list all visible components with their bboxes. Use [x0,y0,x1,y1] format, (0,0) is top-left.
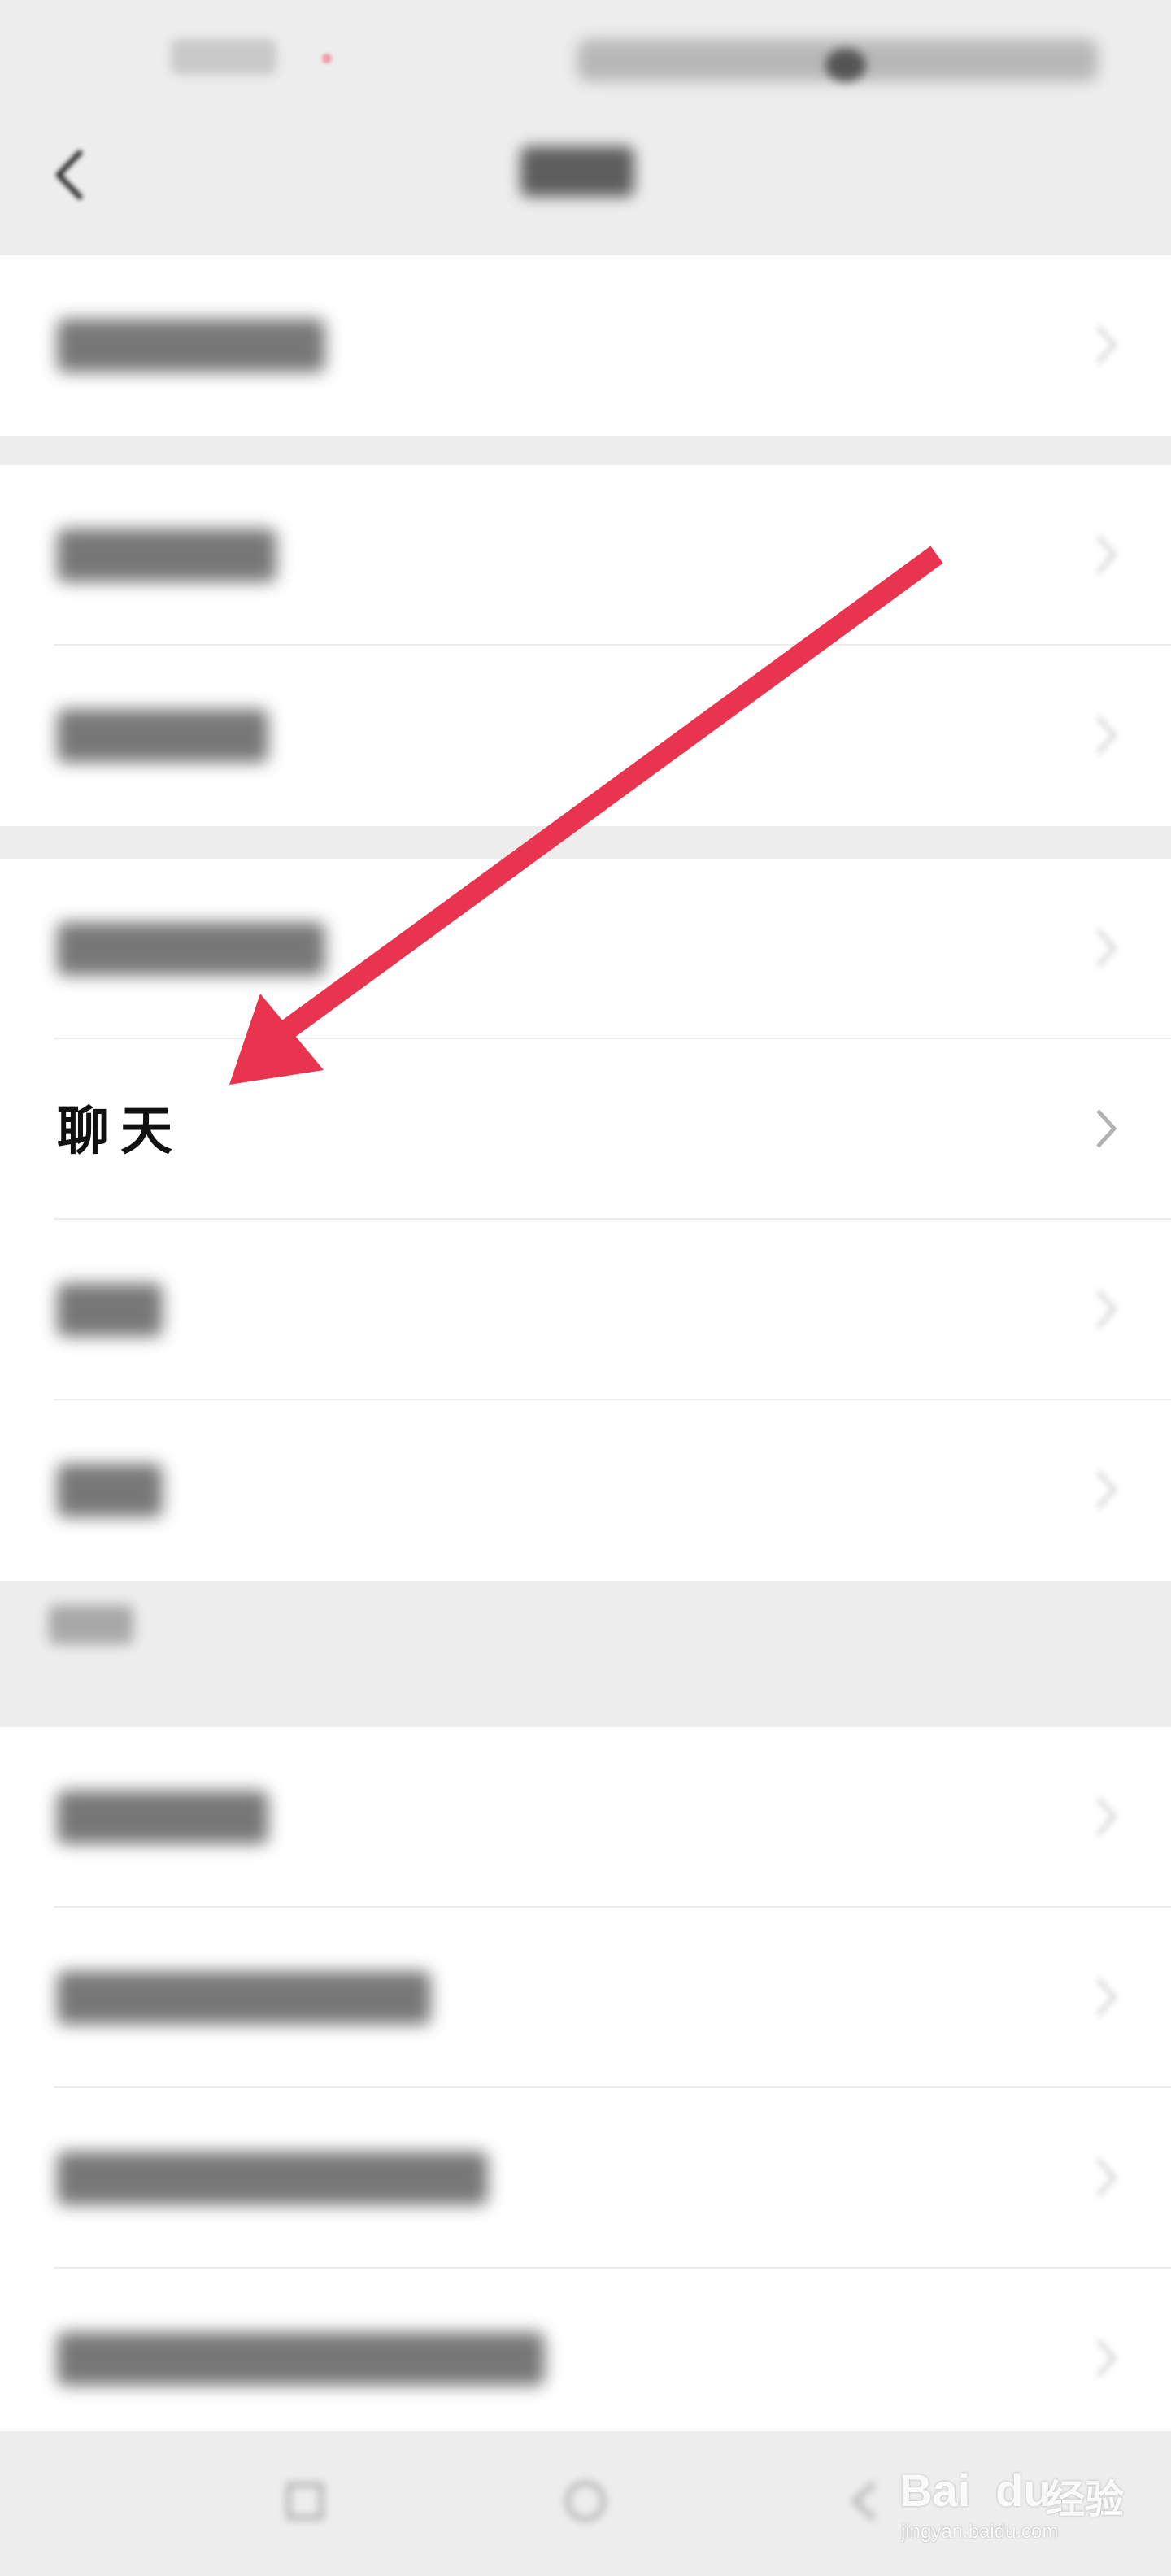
settings-item-8[interactable] [0,1727,1171,1908]
chevron-right-icon [1096,1797,1117,1836]
back-arrow-icon[interactable] [49,146,89,203]
status-icon-blurred [825,49,866,81]
settings-item-label-blurred [57,319,325,372]
notification-dot [322,54,332,63]
settings-item-label-blurred [57,1971,431,2025]
page-title-blurred [520,146,634,197]
settings-group-2 [0,465,1171,826]
status-bar [0,0,1171,130]
settings-item-3[interactable] [0,646,1171,826]
chevron-right-icon [1096,1109,1117,1148]
settings-item-label-blurred [57,529,276,582]
watermark-url: jingyan.baidu.com [901,2521,1059,2543]
watermark-logo: Bai du [899,2465,1051,2516]
settings-item-label-blurred [57,1464,163,1517]
settings-item-label-blurred [57,2332,545,2386]
chevron-right-icon [1096,716,1117,755]
settings-item-chat[interactable]: 聊天 [0,1039,1171,1220]
section-title-blurred [49,1605,133,1644]
settings-item-10[interactable] [0,2088,1171,2269]
settings-item-2[interactable] [0,465,1171,646]
chevron-right-icon [1096,1470,1117,1509]
settings-item-label-blurred [57,2152,488,2205]
status-time-blurred [171,39,276,75]
chevron-right-icon [1096,325,1117,364]
settings-group-1 [0,255,1171,436]
section-header [0,1581,1171,1727]
chat-settings-label: 聊天 [57,1101,184,1162]
settings-group-3: 聊天 [0,859,1171,1581]
settings-item-6[interactable] [0,1220,1171,1400]
chevron-right-icon [1096,1978,1117,2017]
settings-item-1[interactable] [0,255,1171,436]
chevron-right-icon [1096,929,1117,968]
chevron-right-icon [1096,2158,1117,2197]
settings-item-9[interactable] [0,1908,1171,2088]
chevron-right-icon [1096,2339,1117,2378]
settings-item-11[interactable] [0,2269,1171,2449]
settings-item-label-blurred [57,1283,163,1337]
settings-item-label-blurred [57,709,268,763]
menu-button-icon[interactable] [281,2477,329,2526]
settings-item-label-blurred [57,1791,268,1844]
chevron-right-icon [1096,535,1117,574]
settings-item-7[interactable] [0,1400,1171,1581]
back-button-icon[interactable] [842,2477,890,2526]
settings-group-4 [0,1727,1171,2431]
baidu-watermark: Bai du 经验 jingyan.baidu.com [891,2439,1135,2553]
watermark-brand: 经验 [1046,2477,1125,2522]
settings-item-label-blurred [57,922,325,976]
home-button-icon[interactable] [561,2477,610,2526]
settings-item-4[interactable] [0,859,1171,1039]
chevron-right-icon [1096,1290,1117,1329]
